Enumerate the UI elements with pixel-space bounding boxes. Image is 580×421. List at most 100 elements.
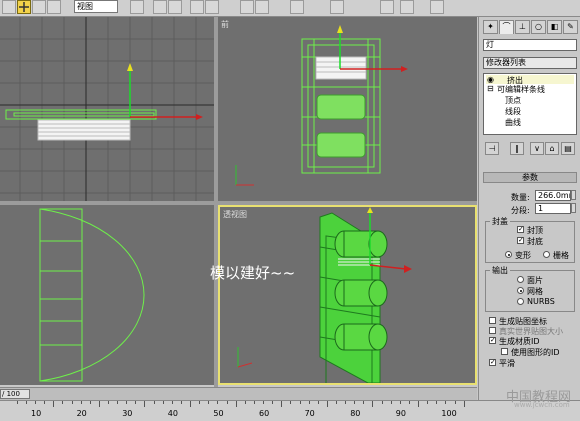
- track-tick-label: 50: [213, 409, 224, 418]
- percent-snap-icon[interactable]: [168, 0, 182, 14]
- gen-map-coords-checkbox[interactable]: [489, 317, 496, 324]
- stack-selection-highlight: [486, 75, 574, 84]
- make-unique-icon[interactable]: ∨: [530, 142, 544, 155]
- track-tick: [117, 401, 119, 404]
- render-icon[interactable]: [400, 0, 414, 14]
- viewport-top-graphics: [0, 17, 214, 201]
- cap-end-checkbox[interactable]: ✓: [517, 237, 524, 244]
- mirror-icon[interactable]: [190, 0, 204, 14]
- layer-icon[interactable]: [240, 0, 254, 14]
- move-icon[interactable]: [17, 0, 31, 14]
- track-tick: [290, 401, 292, 404]
- out-patch-radio[interactable]: [517, 276, 524, 283]
- track-tick: [108, 401, 109, 404]
- angle-snap-icon[interactable]: [153, 0, 167, 14]
- stack-sub-segment[interactable]: 线段: [505, 106, 521, 117]
- real-world-size-checkbox[interactable]: [489, 327, 496, 334]
- viewport-perspective[interactable]: 透视图: [218, 205, 477, 385]
- create-icon[interactable]: ✦: [483, 20, 498, 34]
- viewport-front[interactable]: 前: [218, 17, 477, 201]
- modify-icon[interactable]: ⌒: [499, 20, 514, 34]
- track-tick: [226, 401, 228, 404]
- utilities-icon[interactable]: ✎: [563, 20, 578, 34]
- track-tick: [445, 401, 447, 404]
- track-tick: [180, 401, 182, 404]
- configure-sets-icon[interactable]: ▤: [561, 142, 575, 155]
- modifier-list-dropdown[interactable]: 修改器列表: [483, 57, 577, 69]
- segments-label: 分段:: [511, 206, 530, 215]
- track-tick-label: 60: [259, 409, 270, 418]
- stack-item-editable-spline[interactable]: 可编辑样条线: [497, 84, 545, 95]
- track-tick: [208, 401, 210, 404]
- magnet-icon[interactable]: [130, 0, 144, 14]
- object-name-field[interactable]: 灯: [483, 39, 577, 51]
- curve-editor-icon[interactable]: [255, 0, 269, 14]
- track-tick: [80, 401, 82, 404]
- smooth-checkbox[interactable]: ✓: [489, 359, 496, 366]
- amount-spinner[interactable]: [571, 190, 576, 200]
- track-tick: [399, 401, 401, 404]
- align-icon[interactable]: [205, 0, 219, 14]
- gen-mat-id-checkbox[interactable]: ✓: [489, 337, 496, 344]
- cap-start-checkbox[interactable]: ✓: [517, 226, 524, 233]
- track-tick: [345, 401, 347, 404]
- pin-stack-icon[interactable]: ⊣: [485, 142, 499, 155]
- track-tick: [418, 401, 419, 407]
- time-slider[interactable]: / 100: [0, 387, 477, 400]
- use-shape-ids-checkbox[interactable]: [501, 348, 508, 355]
- select-icon[interactable]: [2, 0, 16, 14]
- grid-radio[interactable]: [543, 251, 550, 258]
- morph-radio[interactable]: [505, 251, 512, 258]
- display-icon[interactable]: ◧: [547, 20, 562, 34]
- gen-mat-id-label: 生成材质ID: [499, 337, 540, 346]
- track-tick: [244, 401, 246, 404]
- cap-start-label: 封顶: [527, 226, 543, 235]
- track-tick: [25, 401, 27, 404]
- amount-field[interactable]: 266.0mm: [535, 190, 571, 201]
- track-tick: [354, 401, 356, 404]
- track-tick: [126, 401, 128, 404]
- viewport-left[interactable]: [0, 205, 214, 385]
- time-slider-thumb[interactable]: / 100: [0, 389, 30, 399]
- track-tick: [299, 401, 301, 404]
- viewport-top[interactable]: [0, 17, 214, 201]
- out-mesh-radio[interactable]: [517, 287, 524, 294]
- stack-sub-vertex[interactable]: 顶点: [505, 95, 521, 106]
- stack-sub-spline[interactable]: 曲线: [505, 117, 521, 128]
- show-end-result-icon[interactable]: ‖: [510, 142, 524, 155]
- track-tick: [135, 401, 137, 404]
- track-tick: [427, 401, 429, 404]
- out-nurbs-radio[interactable]: [517, 298, 524, 305]
- track-tick: [454, 401, 456, 404]
- material-icon[interactable]: [330, 0, 344, 14]
- main-toolbar: 视图: [0, 0, 580, 17]
- view-combo[interactable]: 视图: [74, 0, 118, 13]
- track-tick: [436, 401, 438, 404]
- track-tick: [153, 401, 155, 404]
- out-nurbs-label: NURBS: [527, 297, 555, 306]
- track-tick: [162, 401, 164, 404]
- track-tick-label: 100: [441, 409, 457, 418]
- viewport-perspective-graphics: [237, 207, 412, 383]
- track-tick: [53, 401, 55, 407]
- params-rollout-header[interactable]: 参数: [483, 172, 577, 183]
- command-panel: ✦ ⌒ ⊥ ○ ◧ ✎ 灯 修改器列表 ◉ 挤出 ⊟ 可编辑样条线 顶点 线段 …: [478, 17, 580, 400]
- motion-icon[interactable]: ○: [531, 20, 546, 34]
- scale-icon[interactable]: [47, 0, 61, 14]
- render-setup-icon[interactable]: [380, 0, 394, 14]
- track-tick: [363, 401, 365, 404]
- remove-modifier-icon[interactable]: ⌂: [545, 142, 559, 155]
- render-frame-icon[interactable]: [430, 0, 444, 14]
- segments-field[interactable]: 1: [535, 203, 571, 214]
- segments-spinner[interactable]: [571, 203, 576, 213]
- track-tick: [336, 401, 337, 404]
- track-tick: [372, 401, 374, 407]
- out-patch-label: 面片: [527, 276, 543, 285]
- use-shape-ids-label: 使用图形的ID: [511, 348, 560, 357]
- track-tick: [199, 401, 201, 404]
- hierarchy-icon[interactable]: ⊥: [515, 20, 530, 34]
- rotate-icon[interactable]: [32, 0, 46, 14]
- stack-expand-icon[interactable]: ⊟: [487, 84, 494, 93]
- schematic-icon[interactable]: [290, 0, 304, 14]
- track-tick-label: 80: [350, 409, 361, 418]
